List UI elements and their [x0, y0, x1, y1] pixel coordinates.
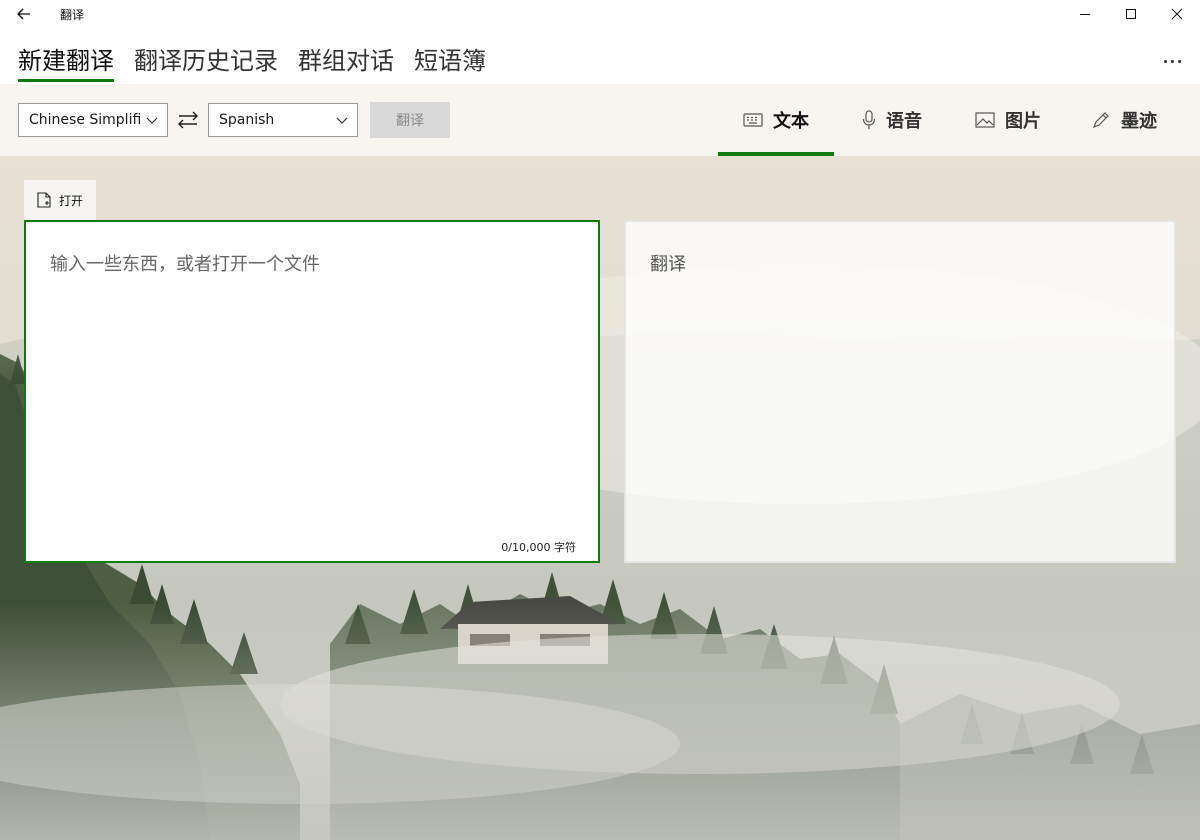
microphone-icon — [862, 110, 876, 129]
chevron-down-icon — [336, 117, 348, 124]
tab-translation-history[interactable]: 翻译历史记录 — [134, 46, 278, 76]
pen-icon — [1092, 112, 1109, 129]
output-placeholder: 翻译 — [650, 254, 686, 275]
swap-languages-button[interactable] — [174, 106, 202, 134]
file-add-icon — [37, 192, 51, 208]
image-icon — [975, 112, 995, 128]
mode-tab-text[interactable]: 文本 — [718, 84, 834, 156]
mode-tab-image[interactable]: 图片 — [962, 84, 1054, 156]
mode-tab-voice[interactable]: 语音 — [846, 84, 938, 156]
character-count: 0/10,000 字符 — [501, 541, 576, 554]
main-nav: 新建翻译 翻译历史记录 群组对话 短语簿 — [0, 28, 1200, 84]
app-title: 翻译 — [60, 8, 85, 22]
swap-arrows-icon — [178, 111, 198, 129]
ellipsis-dot — [1170, 59, 1174, 63]
mode-tab-label: 墨迹 — [1121, 111, 1157, 132]
target-language-value: Spanish — [219, 112, 275, 128]
target-language-select[interactable]: Spanish — [208, 103, 358, 137]
ellipsis-dot — [1177, 59, 1181, 63]
tab-new-translation[interactable]: 新建翻译 — [18, 46, 114, 76]
source-language-select[interactable]: Chinese Simplifi — [18, 103, 168, 137]
chevron-down-icon — [146, 117, 158, 124]
source-text-input[interactable]: 输入一些东西，或者打开一个文件 0/10,000 字符 — [24, 220, 600, 563]
arrow-left-icon — [17, 8, 30, 20]
back-button[interactable] — [10, 2, 38, 26]
tab-group-conversation[interactable]: 群组对话 — [298, 46, 394, 76]
active-tab-indicator — [18, 79, 114, 82]
close-button[interactable] — [1154, 0, 1200, 28]
open-file-label: 打开 — [58, 193, 83, 208]
keyboard-icon — [743, 113, 763, 127]
open-file-button[interactable]: 打开 — [24, 180, 96, 220]
active-mode-indicator — [718, 152, 834, 156]
input-placeholder: 输入一些东西，或者打开一个文件 — [50, 254, 320, 275]
more-options-button[interactable] — [1156, 46, 1188, 76]
minimize-button[interactable] — [1062, 0, 1108, 28]
mode-tab-label: 文本 — [773, 111, 809, 132]
minimize-icon — [1080, 14, 1090, 15]
close-icon — [1171, 8, 1183, 20]
translate-button[interactable]: 翻译 — [370, 102, 450, 138]
source-language-value: Chinese Simplifi — [29, 112, 142, 128]
maximize-button[interactable] — [1108, 0, 1154, 28]
maximize-icon — [1126, 9, 1136, 19]
translation-output: 翻译 — [624, 220, 1176, 563]
mode-tab-ink[interactable]: 墨迹 — [1078, 84, 1170, 156]
more-ellipsis-icon — [1163, 59, 1167, 63]
mode-tab-label: 图片 — [1005, 111, 1041, 132]
tab-phrasebook[interactable]: 短语簿 — [414, 46, 486, 76]
mode-tab-label: 语音 — [886, 111, 922, 132]
title-bar: 翻译 — [0, 0, 1200, 28]
